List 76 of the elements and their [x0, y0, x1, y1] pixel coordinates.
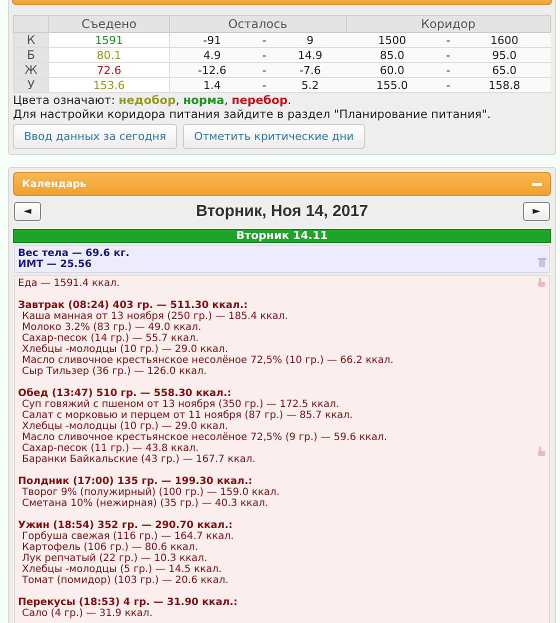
eaten-cell: 72.6: [48, 62, 170, 78]
table-cell: 85.0: [346, 48, 438, 62]
table-cell: -: [438, 78, 458, 92]
table-cell: 5.2: [274, 78, 346, 92]
eaten-cell: 153.6: [48, 78, 170, 92]
table-cell: 1600: [458, 32, 550, 48]
collapse-icon[interactable]: [532, 182, 542, 186]
panel-title: Календарь: [22, 178, 86, 190]
day-bar: Вторник 14.11: [13, 229, 551, 243]
food-item: Сахар-песок (14 гр.) — 55.7 ккал.: [21, 333, 200, 344]
food-item: Салат с морковью и перцем от 11 ноября (87 гр.) — 85.7 ккал.: [21, 410, 354, 421]
action-button[interactable]: Отметить критические дни: [183, 124, 365, 149]
food-item: Сахар-песок (11 гр.) — 43.8 ккал.: [21, 443, 200, 454]
table-cell: -7.6: [274, 62, 346, 78]
table-cell: 9: [274, 32, 346, 48]
meal-header: Перекусы (18:53) 4 гр. — 31.90 ккал.:: [18, 597, 238, 608]
meal-header: Полдник (17:00) 135 гр. — 199.30 ккал.:: [18, 476, 254, 487]
food-item: Сало (4 гр.) — 31.9 ккал.: [21, 608, 154, 619]
table-cell: -: [254, 32, 274, 48]
food-item: Хлебцы -молодцы (5 гр.) — 14.5 ккал.: [21, 564, 223, 575]
prev-button[interactable]: ◄: [14, 202, 41, 221]
food-item: Сыр Тильзер (36 гр.) — 126.0 ккал.: [21, 366, 208, 377]
table-cell: -: [254, 78, 274, 92]
table-cell: 1.4: [170, 78, 254, 92]
table-cell: 95.0: [458, 48, 550, 62]
food-item: Лук репчатый (22 гр.) — 10.3 ккал.: [21, 553, 208, 564]
table-cell: -91: [170, 32, 254, 48]
food-item: Горбуша свежая (116 гр.) — 164.7 ккал.: [21, 531, 235, 542]
meal-header: Обед (13:47) 510 гр. — 558.30 ккал.:: [18, 388, 232, 399]
meal-header: Завтрак (08:24) 403 гр. — 511.30 ккал.:: [18, 300, 249, 311]
row-label: Б: [14, 48, 48, 62]
legend-text: Цвета означают: недобор, норма, перебор.: [13, 93, 292, 107]
food-item: Каша манная от 13 ноября (250 гр.) — 185.4 ккал.: [21, 311, 289, 322]
table-cell: -12.6: [170, 62, 254, 78]
food-item: Картофель (106 гр.) — 80.6 ккал.: [21, 542, 200, 553]
food-item: Хлебцы -молодцы (10 гр.) — 29.0 ккал.: [21, 421, 230, 432]
column-header: Съедено: [48, 16, 170, 32]
food-item: Суп говяжий с пшеном от 13 ноября (350 гр.) — 172.5 ккал.: [21, 399, 340, 410]
stat-text: Вес тела — 69.6 кг.: [18, 248, 130, 259]
column-header: Осталось: [170, 16, 346, 32]
stat-text: ИМТ — 25.56: [18, 259, 93, 270]
table-cell: 60.0: [346, 62, 438, 78]
next-button[interactable]: ►: [523, 202, 550, 221]
table-cell: 65.0: [458, 62, 550, 78]
food-item: Сметана 10% (нежирная) (35 гр.) — 40.3 ккал.: [21, 498, 270, 509]
table-cell: 4.9: [170, 48, 254, 62]
eaten-cell: 1591: [48, 32, 170, 48]
row-label: К: [14, 32, 48, 48]
food-item: Масло сливочное крестьянское несолёное 72,5% (10 гр.) — 66.2 ккал.: [21, 355, 394, 366]
food-item: Творог 9% (полужирный) (100 гр.) — 159.0 ккал.: [21, 487, 281, 498]
food-item: Хлебцы -молодцы (10 гр.) — 29.0 ккал.: [21, 344, 230, 355]
table-cell: -: [254, 62, 274, 78]
hand-icon[interactable]: [537, 447, 546, 456]
date-title: Вторник, Ноя 14, 2017: [196, 202, 368, 220]
table-cell: -: [438, 32, 458, 48]
eaten-cell: 80.1: [48, 48, 170, 62]
meal-header: Ужин (18:54) 352 гр. — 290.70 ккал.:: [18, 520, 234, 531]
table-cell: -: [438, 48, 458, 62]
hand-icon[interactable]: [537, 278, 546, 287]
table-cell: -: [254, 48, 274, 62]
table-cell: 14.9: [274, 48, 346, 62]
row-label: Ж: [14, 62, 48, 78]
table-cell: 155.0: [346, 78, 438, 92]
food-item: Томат (помидор) (103 гр.) — 20.6 ккал.: [21, 575, 230, 586]
row-label: У: [14, 78, 48, 92]
table-cell: 158.8: [458, 78, 550, 92]
table-cell: -: [438, 62, 458, 78]
column-header: Коридор: [346, 16, 550, 32]
food-total: Еда — 1591.4 ккал.: [18, 278, 121, 289]
table-cell: 1500: [346, 32, 438, 48]
note-text: Для настройки коридора питания зайдите в раздел "Планирование питания".: [13, 107, 492, 121]
action-button[interactable]: Ввод данных за сегодня: [13, 124, 178, 149]
food-item: Молоко 3.2% (83 гр.) — 49.0 ккал.: [21, 322, 202, 333]
food-item: Масло сливочное крестьянское несолёное 72,5% (9 гр.) — 59.6 ккал.: [21, 432, 388, 443]
food-item: Баранки Байкальские (43 гр.) — 167.7 ккал.: [21, 454, 256, 465]
trash-icon[interactable]: [538, 258, 546, 267]
